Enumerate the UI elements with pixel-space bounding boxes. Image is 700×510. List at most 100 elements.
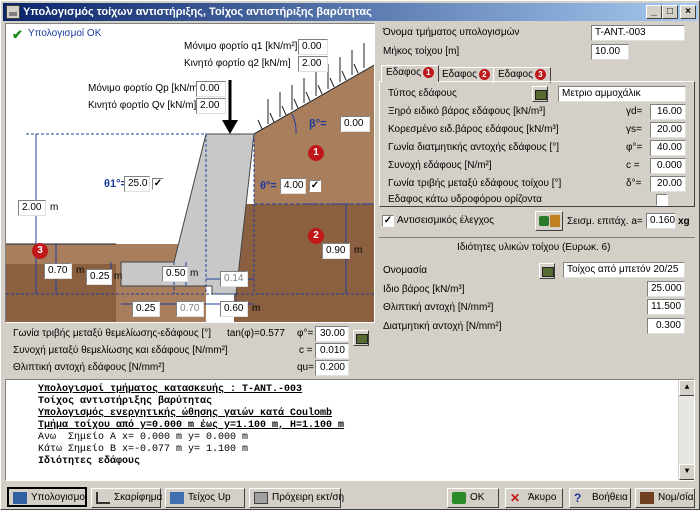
sat-weight-symbol: γs= <box>626 124 642 135</box>
qp-input[interactable]: 0.00 <box>196 81 226 97</box>
main-window: Υπολογισμός τοίχων αντιστήριξης, Τοίχος … <box>0 0 700 510</box>
theta-input[interactable]: 4.00 <box>280 178 306 194</box>
qu-label: qu= <box>297 362 314 373</box>
console-line-4: Τμήμα τοίχου από y=0.000 m έως y=1.100 m… <box>38 420 345 431</box>
material-weight-input[interactable]: 25.000 <box>647 281 685 297</box>
seismic-icon[interactable] <box>535 211 563 231</box>
soil-c-input[interactable]: 0.000 <box>650 158 686 174</box>
beta-input[interactable]: 0.00 <box>340 116 370 132</box>
theta1-input[interactable]: 25.0 <box>124 176 150 192</box>
soil-phi-input[interactable]: 40.00 <box>650 140 686 156</box>
tab-soil-1[interactable]: Εδαφος 1 <box>381 65 439 82</box>
maximize-button[interactable]: □ <box>662 5 678 19</box>
theta-checkbox[interactable]: ✓ <box>309 180 321 192</box>
soil-c-label: Συνοχή εδάφους [N/m²] <box>388 160 492 171</box>
results-console[interactable]: Υπολογισμοί τμήματος κατασκευής : T-ANT.… <box>5 379 695 481</box>
console-line-7: Ιδιότητες εδάφους <box>38 456 141 467</box>
material-pick-button[interactable] <box>539 263 555 279</box>
wallup-button[interactable]: Τείχος Up <box>165 488 245 508</box>
console-line-2: Τοίχος αντιστήριξης βαρύτητας <box>38 396 213 407</box>
under-water-checkbox[interactable] <box>656 194 668 206</box>
qp-label: Μόνιμο φορτίο Qp [kN/m] <box>88 83 201 94</box>
wall-length-input[interactable]: 10.00 <box>591 44 629 60</box>
theta-label: θ°= <box>260 180 277 192</box>
help-button[interactable]: ? Βοήθεια <box>569 488 631 508</box>
foundation-c-label: c = <box>299 345 313 356</box>
theta1-checkbox[interactable]: ✓ <box>152 178 164 190</box>
toe-height-unit: m <box>76 265 85 276</box>
qv-input[interactable]: 2.00 <box>196 98 226 114</box>
foundation-c-input[interactable]: 0.010 <box>315 343 349 359</box>
foundation-pick-button[interactable] <box>353 330 369 346</box>
section-name-label: Όνομα τμήματος υπολογισμών <box>383 27 520 38</box>
ok-button[interactable]: OK <box>447 488 499 508</box>
total-height-input[interactable]: 2.00 <box>18 200 46 216</box>
q1-label: Μόνιμο φορτίο q1 [kN/m²] <box>184 41 298 52</box>
material-name-label: Ονομασία <box>383 265 428 276</box>
water-height-input[interactable]: 0.90 <box>322 243 350 259</box>
sat-weight-input[interactable]: 20.00 <box>650 122 686 138</box>
minimize-button[interactable]: _ <box>646 5 662 19</box>
dry-weight-label: Ξηρό ειδικό βάρος εδάφους [kN/m³] <box>388 106 546 117</box>
help-button-label: Βοήθεια <box>592 492 628 503</box>
top-width-value: 0.14 <box>220 271 248 287</box>
seismic-checkbox[interactable]: ✓ <box>382 215 394 227</box>
base-width-3-unit: m <box>252 303 261 314</box>
seismic-label: Αντισεισμικός έλεγχος <box>397 215 494 226</box>
foundation-cohesion-label: Συνοχή μεταξύ θεμελίωσης και εδάφους [N/… <box>13 345 228 356</box>
qv-label: Κινητό φορτίο Qv [kN/m] <box>88 100 197 111</box>
base-width-3-input[interactable]: 0.60 <box>220 301 248 317</box>
point-load-arrowhead <box>222 120 238 134</box>
close-button[interactable]: × <box>680 5 696 19</box>
bearing-label: Θλιπτική αντοχή εδάφους [N/mm²] <box>13 362 165 373</box>
material-shear-input[interactable]: 0.300 <box>647 318 685 334</box>
q2-input[interactable]: 2.00 <box>298 56 328 72</box>
draft-print-button-label: Πρόχειρη εκτ/ση <box>272 492 345 503</box>
soil-type-label: Τύπος εδάφους <box>388 88 457 99</box>
tab-soil-2-label: Εδαφος <box>442 69 477 80</box>
calc-button-label: Υπολογισμοί <box>31 492 88 503</box>
dry-weight-input[interactable]: 16.00 <box>650 104 686 120</box>
soil-c-symbol: c = <box>626 160 640 171</box>
base-height-input[interactable]: 0.25 <box>86 269 112 285</box>
seismic-accel-input[interactable]: 0.160 <box>646 213 676 229</box>
soil-delta-input[interactable]: 20.00 <box>650 176 686 192</box>
cancel-button[interactable]: ✕ Άκυρο <box>505 488 563 508</box>
calc-ok-status: Υπολογισμοί ΟΚ <box>28 28 102 39</box>
material-comp-input[interactable]: 11.500 <box>647 299 685 315</box>
soil-type-pick-button[interactable] <box>532 86 548 102</box>
wall-drawing-panel: ✔ Υπολογισμοί ΟΚ Μόνιμο φορτίο q1 [kN/m²… <box>5 23 375 323</box>
console-line-3: Υπολογισμός ενεργητικής ώθησης γαιών κατ… <box>38 408 333 419</box>
q1-input[interactable]: 0.00 <box>298 39 328 55</box>
material-comp-label: Θλιπτική αντοχή [N/mm²] <box>383 302 494 313</box>
sketch-button[interactable]: Σκαρίφημα <box>91 488 163 508</box>
scroll-up-arrow-icon[interactable]: ▲ <box>679 380 694 396</box>
section-name-input[interactable]: T-ANT.-003 <box>591 25 685 41</box>
tab-soil-1-num: 1 <box>422 67 434 78</box>
foundation-phi-label: φ°= <box>297 328 314 339</box>
soil-type-input[interactable]: Μετριο αμμοχάλικ <box>558 86 686 102</box>
step-height-input[interactable]: 0.50 <box>162 266 188 282</box>
step-height-unit: m <box>190 268 199 279</box>
sketch-button-label: Σκαρίφημα <box>114 492 163 503</box>
ok-check-icon: ✔ <box>12 27 23 42</box>
console-line-1: Υπολογισμοί τμήματος κατασκευής : T-ANT.… <box>38 384 303 395</box>
console-scrollbar[interactable]: ▲ ▼ <box>678 380 694 480</box>
foundation-friction-label: Γωνία τριβής μεταξύ θεμελίωσης-εδάφους [… <box>13 328 212 339</box>
scroll-down-arrow-icon[interactable]: ▼ <box>679 464 694 480</box>
toe-height-input[interactable]: 0.70 <box>44 263 72 279</box>
foundation-phi-input[interactable]: 30.00 <box>315 326 349 342</box>
draft-print-button[interactable]: Πρόχειρη εκτ/ση <box>249 488 345 508</box>
cancel-icon: ✕ <box>510 491 521 505</box>
help-icon: ? <box>574 491 582 505</box>
marker-3: 3 <box>32 243 48 259</box>
material-name-input[interactable]: Τοίχος από μπετόν 20/25 <box>563 262 685 278</box>
beta-label: β°= <box>309 118 327 130</box>
base-width-1-input[interactable]: 0.25 <box>132 301 160 317</box>
title-bar[interactable]: Υπολογισμός τοίχων αντιστήριξης, Τοίχος … <box>3 3 698 21</box>
norms-button[interactable]: Νομ/σία <box>635 488 695 508</box>
qu-input[interactable]: 0.200 <box>315 360 349 376</box>
q2-label: Κινητό φορτίο q2 [kN/m] <box>184 58 291 69</box>
marker-1: 1 <box>308 145 324 161</box>
calc-button[interactable]: Υπολογισμοί <box>7 487 87 507</box>
